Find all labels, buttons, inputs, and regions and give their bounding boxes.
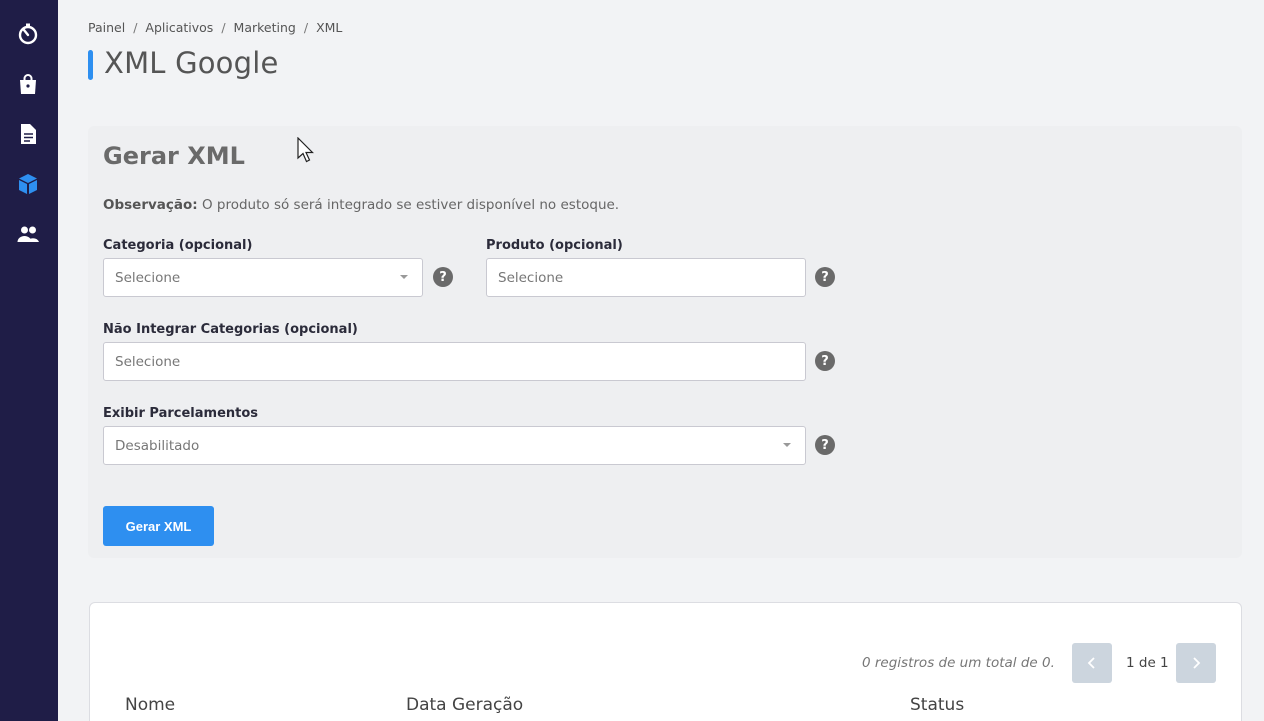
mouse-cursor-icon: [297, 137, 314, 163]
nao-integrar-label: Não Integrar Categorias (opcional): [103, 322, 358, 337]
observation-note: Observação: O produto só será integrado …: [103, 197, 619, 213]
breadcrumb-xml: XML: [316, 20, 343, 35]
column-header-nome[interactable]: Nome: [125, 695, 175, 715]
help-icon[interactable]: ?: [433, 267, 453, 287]
breadcrumb-marketing[interactable]: Marketing: [234, 20, 296, 35]
categoria-select[interactable]: Selecione: [103, 258, 423, 297]
users-icon[interactable]: [15, 221, 41, 247]
chevron-left-icon: [1087, 657, 1095, 669]
breadcrumb-painel[interactable]: Painel: [88, 20, 125, 35]
next-page-button[interactable]: [1176, 643, 1216, 683]
produto-label: Produto (opcional): [486, 238, 623, 253]
document-icon[interactable]: [15, 121, 41, 147]
nao-integrar-input[interactable]: Selecione: [103, 342, 806, 381]
column-header-data-geracao[interactable]: Data Geração: [406, 695, 523, 715]
xml-list-card: [89, 602, 1242, 721]
help-icon[interactable]: ?: [815, 351, 835, 371]
parcelamentos-select[interactable]: Desabilitado: [103, 426, 806, 465]
breadcrumb-aplicativos[interactable]: Aplicativos: [145, 20, 213, 35]
breadcrumb-separator: /: [221, 20, 226, 35]
categoria-value: Selecione: [115, 269, 181, 286]
previous-page-button[interactable]: [1072, 643, 1112, 683]
parcelamentos-value: Desabilitado: [115, 437, 200, 454]
categoria-label: Categoria (opcional): [103, 238, 253, 253]
breadcrumb-separator: /: [303, 20, 309, 35]
page-title: XML Google: [104, 46, 279, 80]
card-title: Gerar XML: [103, 142, 245, 170]
shopping-bag-icon[interactable]: [15, 71, 41, 97]
chevron-down-icon: [783, 443, 791, 447]
chevron-right-icon: [1193, 657, 1201, 669]
cube-icon[interactable]: [15, 171, 41, 197]
produto-input[interactable]: Selecione: [486, 258, 806, 297]
breadcrumb: Painel / Aplicativos / Marketing / XML: [88, 20, 342, 35]
produto-placeholder: Selecione: [498, 269, 564, 286]
breadcrumb-separator: /: [133, 20, 138, 35]
sidebar: [0, 0, 58, 721]
help-icon[interactable]: ?: [815, 435, 835, 455]
help-icon[interactable]: ?: [815, 267, 835, 287]
title-accent-bar: [88, 50, 93, 80]
nao-integrar-placeholder: Selecione: [115, 353, 181, 370]
note-label: Observação:: [103, 197, 198, 213]
stopwatch-icon[interactable]: [15, 21, 41, 47]
note-text: O produto só será integrado se estiver d…: [197, 197, 620, 213]
pagination-indicator: 1 de 1: [1126, 655, 1169, 671]
column-header-status[interactable]: Status: [910, 695, 964, 715]
records-count: 0 registros de um total de 0.: [862, 655, 1055, 671]
chevron-down-icon: [400, 275, 408, 279]
parcelamentos-label: Exibir Parcelamentos: [103, 406, 259, 421]
generate-xml-button[interactable]: Gerar XML: [103, 506, 214, 546]
